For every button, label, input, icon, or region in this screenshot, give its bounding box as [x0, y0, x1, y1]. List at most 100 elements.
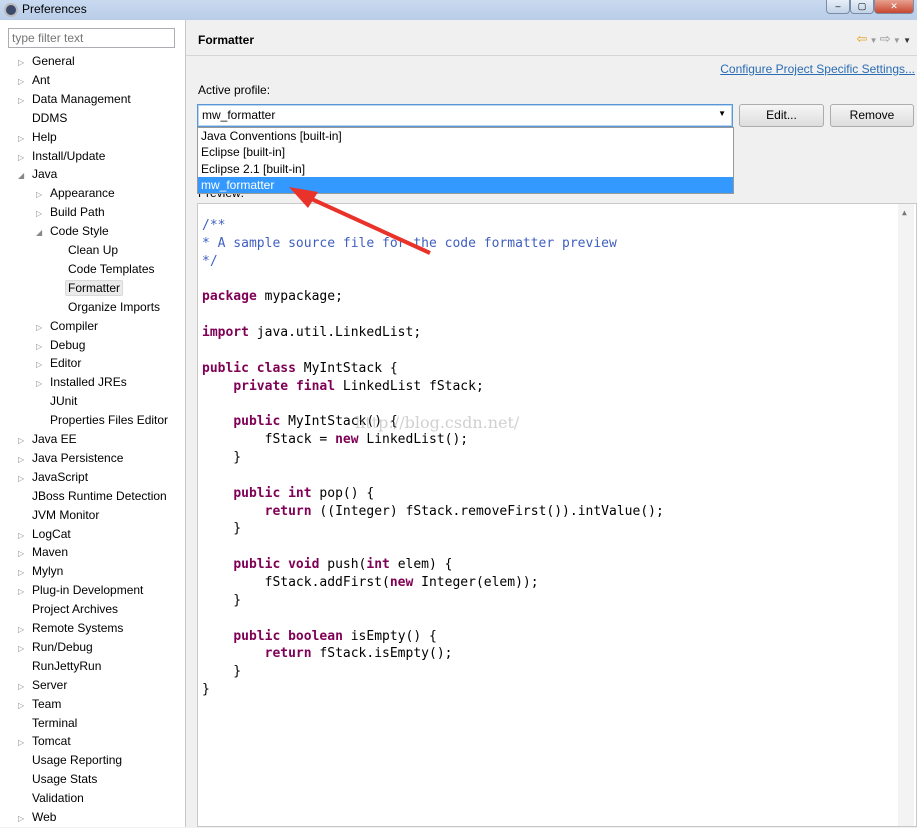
tree-item[interactable]: Validation — [18, 789, 84, 808]
scroll-up-icon[interactable]: ▲ — [902, 208, 907, 217]
tree-item[interactable]: Usage Reporting — [18, 751, 122, 770]
edit-button[interactable]: Edit... — [739, 104, 824, 127]
remove-button[interactable]: Remove — [830, 104, 914, 127]
tree-item[interactable]: ▷ Ant — [18, 71, 50, 90]
collapsed-arrow-icon[interactable]: ▷ — [18, 72, 32, 91]
tree-item[interactable]: Formatter — [54, 279, 124, 298]
maximize-button[interactable]: ▢ — [850, 0, 874, 14]
tree-item[interactable]: DDMS — [18, 109, 67, 128]
collapsed-arrow-icon[interactable]: ▷ — [18, 129, 32, 148]
expanded-arrow-icon[interactable]: ◢ — [36, 223, 50, 242]
collapsed-arrow-icon[interactable]: ▷ — [18, 620, 32, 639]
tree-item[interactable]: JUnit — [36, 392, 77, 411]
close-button[interactable]: ✕ — [874, 0, 914, 14]
collapsed-arrow-icon[interactable]: ▷ — [18, 431, 32, 450]
tree-item[interactable]: ▷ Server — [18, 676, 67, 695]
tree-item[interactable]: ▷ Compiler — [36, 317, 98, 336]
collapsed-arrow-icon[interactable]: ▷ — [18, 53, 32, 72]
tree-item[interactable]: Clean Up — [54, 241, 118, 260]
tree-item[interactable]: ▷ Plug-in Development — [18, 581, 143, 600]
tree-item-label: JavaScript — [32, 469, 89, 484]
tree-item[interactable]: Project Archives — [18, 600, 118, 619]
tree-item[interactable]: ▷ Maven — [18, 543, 68, 562]
tree-item[interactable]: ▷ Java Persistence — [18, 449, 123, 468]
code-line: public void push(int elem) { — [202, 556, 452, 574]
tree-item-label: Java Persistence — [32, 450, 124, 465]
keyword: import — [202, 325, 249, 341]
tree-item[interactable]: ▷ Mylyn — [18, 562, 63, 581]
title-bar: Preferences – ▢ ✕ — [0, 0, 917, 20]
tree-item[interactable]: ◢ Code Style — [36, 222, 109, 241]
collapsed-arrow-icon[interactable]: ▷ — [18, 677, 32, 696]
collapsed-arrow-icon[interactable]: ▷ — [18, 563, 32, 582]
tree-item[interactable]: ▷ Install/Update — [18, 147, 105, 166]
collapsed-arrow-icon[interactable]: ▷ — [18, 733, 32, 752]
collapsed-arrow-icon[interactable]: ▷ — [36, 318, 50, 337]
tree-item[interactable]: Terminal — [18, 714, 77, 733]
code-line: public class MyIntStack { — [202, 360, 398, 378]
tree-item[interactable]: Organize Imports — [54, 298, 160, 317]
tree-item[interactable]: ▷ Remote Systems — [18, 619, 123, 638]
collapsed-arrow-icon[interactable]: ▷ — [36, 374, 50, 393]
tree-item-label: Ant — [32, 72, 51, 87]
page-header: Formatter ⇦ ▼ ⇨ ▼ ▼ — [186, 28, 917, 56]
tree-item[interactable]: ▷ Data Management — [18, 90, 131, 109]
tree-item[interactable]: ▷ Debug — [36, 336, 85, 355]
collapsed-arrow-icon[interactable]: ▷ — [18, 148, 32, 167]
tree-item[interactable]: ▷ Web — [18, 808, 56, 827]
profile-option[interactable]: mw_formatter — [198, 176, 733, 194]
tree-item[interactable]: ▷ Team — [18, 695, 61, 714]
tree-item[interactable]: ▷ General — [18, 52, 75, 71]
collapsed-arrow-icon[interactable]: ▷ — [18, 696, 32, 715]
profile-option[interactable]: Java Conventions [built-in] — [198, 128, 733, 144]
collapsed-arrow-icon[interactable]: ▷ — [36, 185, 50, 204]
tree-item[interactable]: JBoss Runtime Detection — [18, 487, 167, 506]
tree-item[interactable]: ▷ JavaScript — [18, 468, 88, 487]
collapsed-arrow-icon[interactable]: ▷ — [18, 469, 32, 488]
collapsed-arrow-icon[interactable]: ▷ — [18, 526, 32, 545]
back-arrow-icon[interactable]: ⇦ — [857, 31, 868, 46]
tree-item[interactable]: ▷ Tomcat — [18, 732, 71, 751]
profile-option[interactable]: Eclipse 2.1 [built-in] — [198, 161, 733, 177]
tree-item[interactable]: ◢ Java — [18, 165, 57, 184]
code-line: return ((Integer) fStack.removeFirst()).… — [202, 503, 664, 521]
collapsed-arrow-icon[interactable]: ▷ — [36, 355, 50, 374]
collapsed-arrow-icon[interactable]: ▷ — [18, 639, 32, 658]
configure-project-settings-link[interactable]: Configure Project Specific Settings... — [720, 62, 915, 76]
view-menu-icon[interactable]: ▼ — [903, 36, 911, 45]
collapsed-arrow-icon[interactable]: ▷ — [18, 544, 32, 563]
collapsed-arrow-icon[interactable]: ▷ — [36, 204, 50, 223]
tree-item[interactable]: ▷ Run/Debug — [18, 638, 93, 657]
back-menu-icon[interactable]: ▼ — [867, 36, 879, 45]
tree-item-label: Usage Reporting — [32, 753, 123, 768]
profile-select[interactable]: mw_formatter ▼ — [197, 104, 733, 127]
scrollbar[interactable]: ▲ — [898, 204, 914, 826]
collapsed-arrow-icon[interactable]: ▷ — [18, 809, 32, 828]
tree-item[interactable]: JVM Monitor — [18, 506, 99, 525]
tree-item[interactable]: Usage Stats — [18, 770, 97, 789]
collapsed-arrow-icon[interactable]: ▷ — [36, 337, 50, 356]
collapsed-arrow-icon[interactable]: ▷ — [18, 91, 32, 110]
keyword: int — [366, 557, 390, 573]
tree-item[interactable]: ▷ Help — [18, 128, 57, 147]
tree-item[interactable]: Code Templates — [54, 260, 155, 279]
tree-item[interactable]: RunJettyRun — [18, 657, 101, 676]
expanded-arrow-icon[interactable]: ◢ — [18, 166, 32, 185]
tree-item[interactable]: ▷ Build Path — [36, 203, 105, 222]
tree-item[interactable]: ▷ LogCat — [18, 525, 71, 544]
collapsed-arrow-icon[interactable]: ▷ — [18, 582, 32, 601]
forward-arrow-icon[interactable]: ⇨ — [880, 31, 891, 46]
tree-item[interactable]: ▷ Appearance — [36, 184, 115, 203]
collapsed-arrow-icon[interactable]: ▷ — [18, 450, 32, 469]
forward-menu-icon[interactable]: ▼ — [891, 36, 903, 45]
minimize-button[interactable]: – — [826, 0, 850, 14]
tree-item[interactable]: ▷ Java EE — [18, 430, 77, 449]
profile-option[interactable]: Eclipse [built-in] — [198, 144, 733, 160]
tree-item[interactable]: Properties Files Editor — [36, 411, 168, 430]
filter-input[interactable] — [8, 28, 175, 48]
tree-item[interactable]: ▷ Installed JREs — [36, 373, 127, 392]
tree-item[interactable]: ▷ Editor — [36, 354, 81, 373]
tree-item-label: Compiler — [50, 318, 99, 333]
